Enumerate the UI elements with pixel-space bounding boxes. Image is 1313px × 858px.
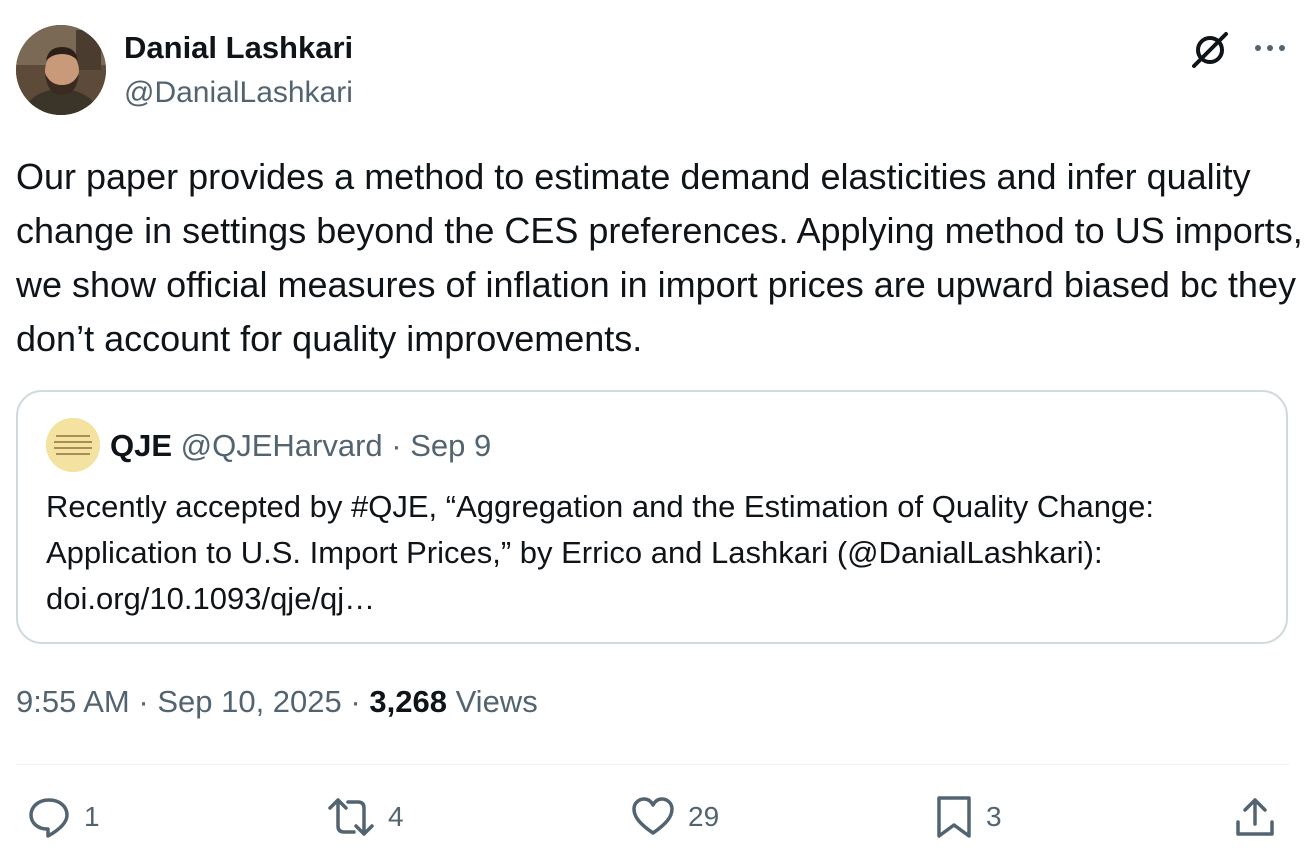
share-button[interactable] <box>1232 792 1278 842</box>
reply-button[interactable]: 1 <box>26 792 100 842</box>
quoted-header: QJE @QJEHarvard · Sep 9 <box>110 428 491 464</box>
bookmark-icon <box>937 796 971 838</box>
user-avatar-icon <box>16 25 106 115</box>
repost-count: 4 <box>388 801 404 832</box>
quoted-tweet-card[interactable]: QJE @QJEHarvard · Sep 9 Recently accepte… <box>16 390 1288 644</box>
quoted-separator: · <box>391 428 402 463</box>
views-label: Views <box>455 684 538 719</box>
quoted-author-handle: @QJEHarvard <box>180 428 383 463</box>
like-count: 29 <box>688 801 720 832</box>
meta-separator: · <box>350 684 361 719</box>
tweet-date[interactable]: Sep 10, 2025 <box>157 684 341 719</box>
meta-separator: · <box>138 684 149 719</box>
bookmark-button[interactable]: 3 <box>934 792 1002 842</box>
tweet-meta: 9:55 AM · Sep 10, 2025 · 3,268 Views <box>16 684 538 720</box>
repost-icon <box>328 798 374 836</box>
qje-logo-icon <box>46 418 100 472</box>
quoted-date: Sep 9 <box>410 428 492 463</box>
share-icon <box>1236 798 1274 836</box>
author-avatar[interactable] <box>16 25 106 115</box>
bookmark-count: 3 <box>986 801 1002 832</box>
views-count: 3,268 <box>369 684 447 719</box>
tweet-text: Our paper provides a method to estimate … <box>16 156 1303 359</box>
quoted-text: Recently accepted by #QJE, “Aggregation … <box>46 489 1155 616</box>
grok-icon[interactable] <box>1188 28 1232 72</box>
more-icon[interactable] <box>1250 33 1290 63</box>
divider <box>16 764 1290 765</box>
heart-icon <box>632 797 674 835</box>
tweet-time[interactable]: 9:55 AM <box>16 684 130 719</box>
reply-count: 1 <box>84 801 100 832</box>
repost-button[interactable]: 4 <box>326 792 404 842</box>
quoted-author-name: QJE <box>110 428 173 463</box>
reply-icon <box>29 798 69 838</box>
like-button[interactable]: 29 <box>630 792 719 842</box>
author-name[interactable]: Danial Lashkari <box>124 30 353 66</box>
author-handle[interactable]: @DanialLashkari <box>124 76 353 110</box>
